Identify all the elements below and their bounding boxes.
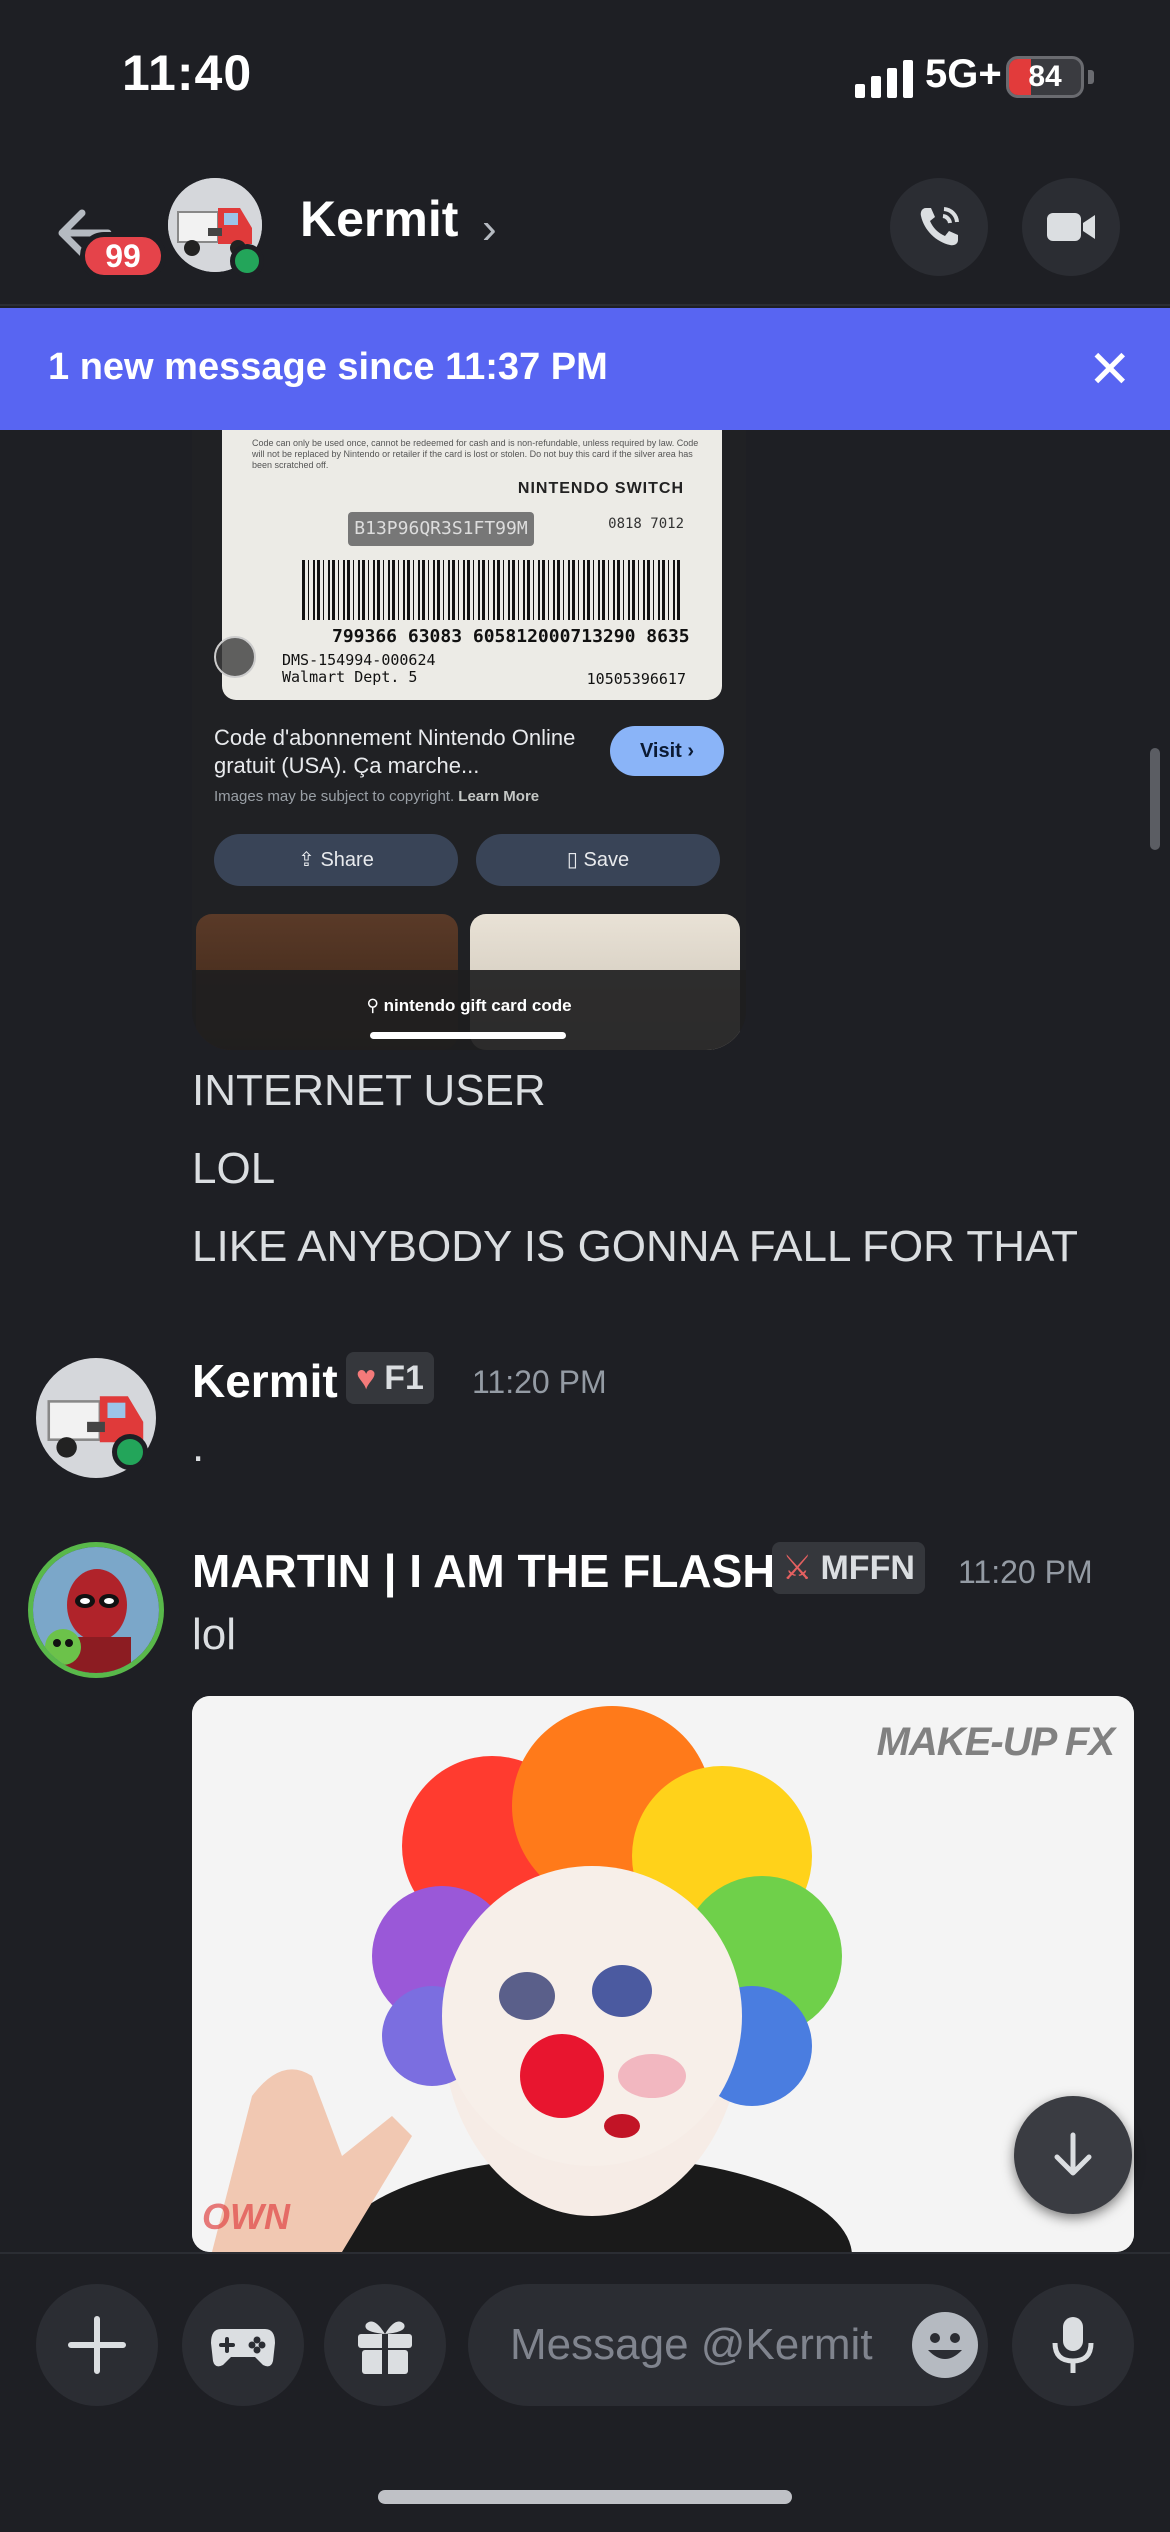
gamepad-icon xyxy=(211,2329,275,2367)
message-author[interactable]: MARTIN | I AM THE FLASH xyxy=(192,1544,776,1598)
arrow-down-icon xyxy=(1054,2132,1092,2176)
search-query: ⚲ nintendo gift card code xyxy=(366,996,572,1015)
message-input-wrapper[interactable] xyxy=(468,2284,988,2406)
home-indicator xyxy=(370,1032,566,1039)
message-text: LIKE ANYBODY IS GONNA FALL FOR THAT xyxy=(192,1222,1078,1271)
battery-percent: 84 xyxy=(1028,60,1062,93)
gift-card-store: DMS-154994-000624 Walmart Dept. 5 xyxy=(282,651,436,686)
video-camera-icon xyxy=(1047,213,1095,241)
message-text: INTERNET USER xyxy=(192,1066,546,1115)
copyright-text: Images may be subject to copyright. xyxy=(214,788,455,805)
battery-tip xyxy=(1088,70,1094,84)
unread-badge: 99 xyxy=(80,232,166,280)
scrollbar[interactable] xyxy=(1150,748,1160,850)
header-username[interactable]: Kermit xyxy=(300,190,458,248)
message-text: lol xyxy=(192,1610,237,1659)
gift-card-code: B13P96QR3S1FT99M xyxy=(348,512,534,546)
gift-card-photo: Code can only be used once, cannot be re… xyxy=(222,430,722,700)
message-input[interactable] xyxy=(510,2284,910,2406)
battery-icon: 84 xyxy=(1006,56,1084,98)
heart-icon: ♥ xyxy=(356,1358,377,1397)
deadpool-avatar-image xyxy=(33,1547,159,1673)
signal-strength-icon xyxy=(855,58,913,98)
voice-call-button[interactable] xyxy=(890,178,988,276)
microphone-icon xyxy=(1052,2317,1094,2373)
image-attachment-screenshot[interactable]: Code can only be used once, cannot be re… xyxy=(192,430,746,1050)
lens-icon xyxy=(214,636,256,678)
message-timestamp: 11:20 PM xyxy=(472,1364,607,1400)
voice-message-button[interactable] xyxy=(1012,2284,1134,2406)
avatar[interactable] xyxy=(28,1542,164,1678)
barcode xyxy=(302,560,682,620)
guild-tag[interactable]: ♥ F1 xyxy=(346,1352,434,1404)
copyright-note: Images may be subject to copyright. Lear… xyxy=(214,788,539,805)
gif-attachment[interactable]: MAKE-UP FX OWN xyxy=(192,1696,1134,2252)
gift-card-brand: NINTENDO SWITCH xyxy=(517,480,684,497)
online-status-dot xyxy=(230,244,264,278)
message-timestamp: 11:20 PM xyxy=(958,1554,1093,1590)
jump-to-present-button[interactable] xyxy=(1014,2096,1132,2214)
gift-card-serial: 10505396617 xyxy=(586,670,686,688)
sword-icon: ⚔ xyxy=(782,1549,813,1587)
status-bar: 11:40 5G+ 84 xyxy=(0,0,1170,150)
close-icon[interactable]: ✕ xyxy=(1088,340,1132,400)
emoji-button[interactable] xyxy=(912,2312,978,2378)
visit-button: Visit › xyxy=(610,726,724,776)
gift-card-number: 799366 63083 605812000713290 8635 xyxy=(332,626,690,647)
phone-call-icon xyxy=(920,207,959,246)
network-label: 5G+ xyxy=(925,52,1002,96)
emoji-icon xyxy=(914,2314,976,2376)
status-time: 11:40 xyxy=(122,45,253,101)
share-button: ⇪ Share xyxy=(214,834,458,886)
gif-watermark-bottom: OWN xyxy=(202,2196,290,2237)
gift-card-small-number: 0818 7012 xyxy=(608,516,684,532)
gift-card-fineprint: Code can only be used once, cannot be re… xyxy=(252,438,699,470)
home-indicator xyxy=(378,2490,792,2504)
guild-tag-label: F1 xyxy=(384,1358,424,1397)
save-button: ▯ Save xyxy=(476,834,720,886)
dm-header: 99 Kermit › xyxy=(0,150,1170,306)
gift-icon xyxy=(358,2321,412,2374)
message-text: . xyxy=(192,1422,205,1471)
chevron-right-icon[interactable]: › xyxy=(482,204,497,254)
message-author[interactable]: Kermit xyxy=(192,1354,338,1408)
new-message-banner[interactable]: 1 new message since 11:37 PM ✕ xyxy=(0,308,1170,430)
clown-image xyxy=(192,1696,1134,2252)
gif-watermark: MAKE-UP FX xyxy=(876,1720,1115,1764)
video-call-button[interactable] xyxy=(1022,178,1120,276)
result-title: Code d'abonnement Nintendo Online gratui… xyxy=(214,725,576,778)
guild-tag-label: MFFN xyxy=(820,1548,915,1587)
message-list[interactable]: Code can only be used once, cannot be re… xyxy=(0,430,1170,2252)
online-status-dot xyxy=(112,1434,148,1470)
add-attachment-button[interactable] xyxy=(36,2284,158,2406)
learn-more-link: Learn More xyxy=(458,788,540,805)
plus-icon xyxy=(68,2316,126,2374)
guild-tag[interactable]: ⚔ MFFN xyxy=(772,1542,925,1594)
message-text: LOL xyxy=(192,1144,276,1193)
activities-button[interactable] xyxy=(182,2284,304,2406)
gift-nitro-button[interactable] xyxy=(324,2284,446,2406)
new-message-text: 1 new message since 11:37 PM xyxy=(48,346,608,388)
